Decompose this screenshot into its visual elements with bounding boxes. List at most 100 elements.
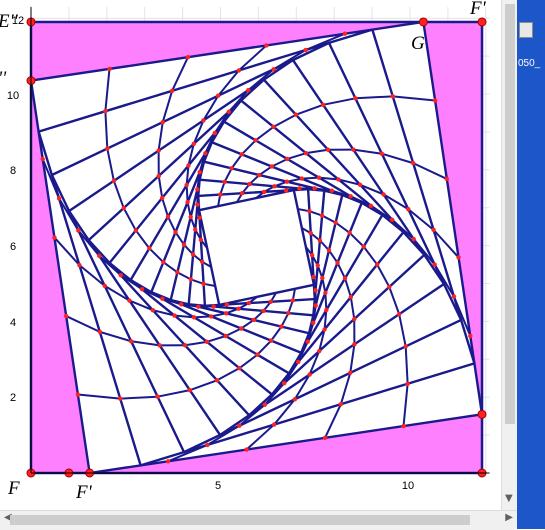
chord-point [261,309,265,313]
chord-point [160,296,164,300]
chord-point [229,166,233,170]
chord-point [313,288,317,292]
chord-point [317,349,321,353]
chord-point [166,459,170,463]
horizontal-scroll-thumb[interactable] [10,515,470,525]
chord-point [105,146,109,150]
chord-point [405,382,409,386]
y-tick-2: 2 [10,392,16,404]
inner-corner-point [419,18,427,26]
chord-point [318,238,322,242]
chord-point [98,330,102,334]
chord-point [269,338,273,342]
label-bottom-left: F [7,478,20,499]
chord-point [134,228,138,232]
chord-point [186,163,190,167]
chord-point [380,152,384,156]
chord-point [282,381,286,385]
chord-point [76,228,80,232]
vertical-scroll-thumb[interactable] [505,4,515,424]
chord-point [222,180,226,184]
chord-point [270,164,274,168]
chord-point [236,307,240,311]
chord-point [323,436,327,440]
chord-point [320,213,324,217]
chord-point [387,285,391,289]
chord-point [317,175,321,179]
chord-point [240,191,244,195]
chord-point [237,423,241,427]
file-icon[interactable] [519,22,533,38]
chord-point [310,253,314,257]
chord-point [237,366,241,370]
chord-point [188,388,192,392]
chord-point [196,304,200,308]
scroll-down-icon[interactable]: ▼ [505,493,513,504]
chord-point [293,397,297,401]
chord-point [263,403,267,407]
chord-point [244,447,248,451]
chord-point [327,248,331,252]
chord-point [195,202,199,206]
chord-point [271,67,275,71]
chord-point [198,170,202,174]
chord-point [316,263,320,267]
chord-point [247,301,251,305]
chord-point [224,311,228,315]
label-left-upper: '' [0,68,7,89]
chord-point [349,295,353,299]
chord-point [397,312,401,316]
chord-point [311,321,315,325]
spiral-chord [194,316,211,317]
chord-point [320,276,324,280]
chord-point [311,275,315,279]
chord-point [184,183,188,187]
chord-point [285,157,289,161]
chord-point [304,151,308,155]
vertical-scrollbar[interactable]: ▼ [501,0,518,510]
horizontal-scrollbar[interactable]: ◀ ▶ [0,510,517,530]
label-g: G [411,33,425,54]
chord-point [237,68,241,72]
chord-point [284,188,288,192]
chord-point [215,378,219,382]
chord-point [147,246,151,250]
chord-point [452,294,456,298]
chord-point [197,216,201,220]
chord-point [257,173,261,177]
y-tick-6: 6 [10,241,16,253]
chord-point [324,308,328,312]
chord-point [151,308,155,312]
chord-point [175,270,179,274]
chord-point [347,231,351,235]
chord-point [64,314,68,318]
chord-point [107,67,111,71]
chord-point [307,209,311,213]
chord-point [313,303,317,307]
spiral-square-diagram: 5 10 2 4 6 8 10 12 E'' F' '' G F F' [0,0,517,510]
chord-point [300,176,304,180]
chord-point [381,192,385,196]
chord-point [103,109,107,113]
chord-point [161,120,165,124]
chord-point [291,298,295,302]
chord-point [326,148,330,152]
chord-point [188,215,192,219]
chord-point [246,88,250,92]
chord-point [213,131,217,135]
spiral-chord [302,178,319,179]
chord-point [433,98,437,102]
chord-point [323,291,327,295]
chord-point [201,282,205,286]
chord-point [456,255,460,259]
chord-point [348,194,352,198]
chord-point [240,152,244,156]
chord-point [361,244,365,248]
chord-point [247,182,251,186]
scroll-right-icon[interactable]: ▶ [505,512,513,523]
chord-point [269,300,273,304]
corner-point [478,18,486,26]
chord-point [140,287,144,291]
chord-point [352,342,356,346]
chord-point [57,196,61,200]
